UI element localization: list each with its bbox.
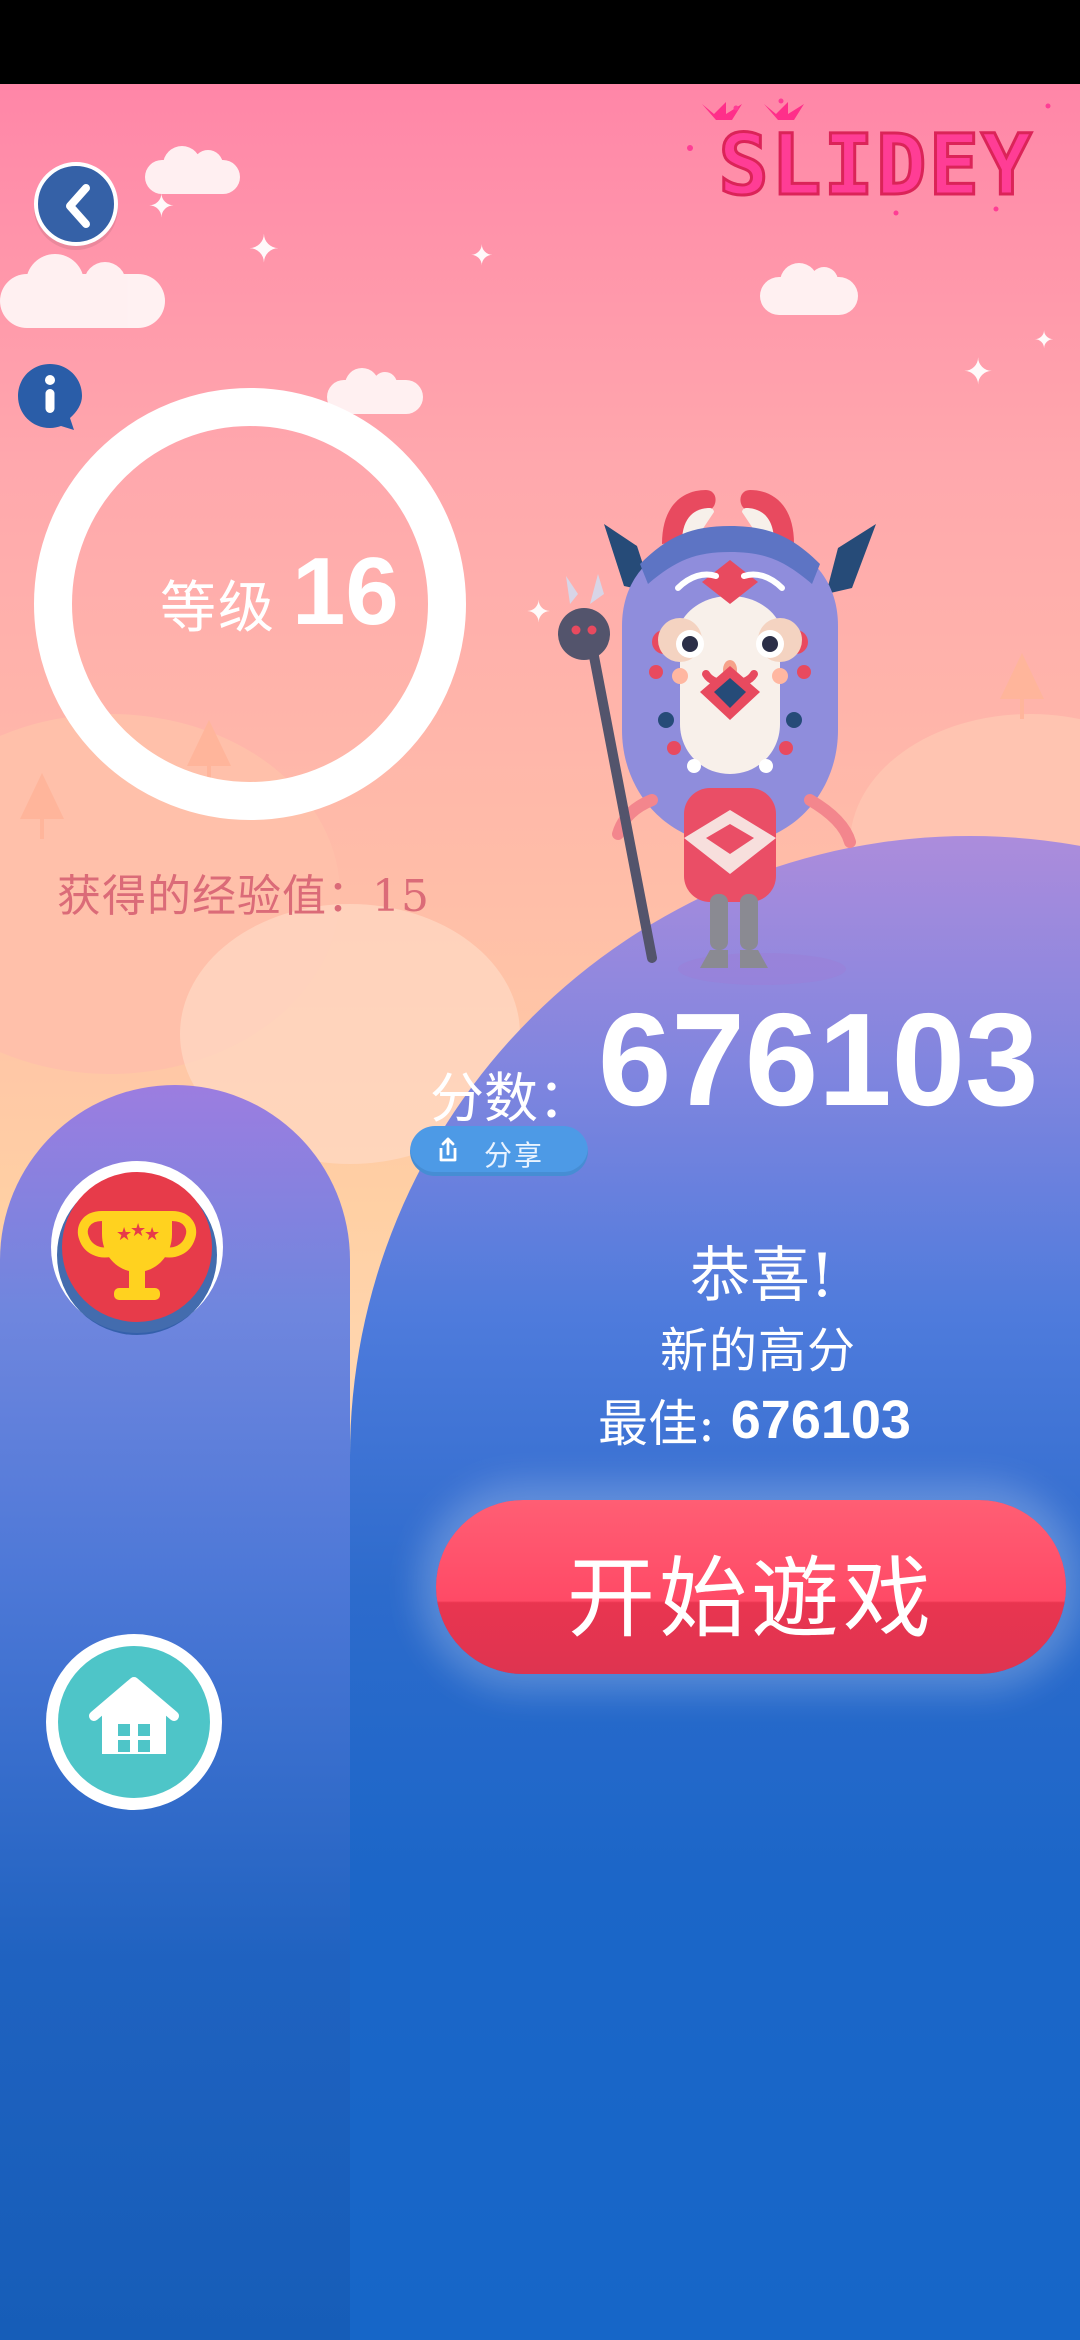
game-result-screen: ✦ ✦ ✦ ✦ ✦ ✦ SLIDEY 等级 16 获得的经验值：15 分数： 6… [0, 84, 1080, 2340]
background-tree-2 [1000, 653, 1044, 719]
background-tree-3 [20, 773, 64, 839]
back-arrow-icon [66, 184, 90, 228]
logo-text: SLIDEY [718, 116, 1033, 214]
cloud-2 [0, 254, 165, 328]
trophy-button[interactable]: ★ ★ ★ [46, 1156, 228, 1338]
score-value: 676103 [598, 986, 1039, 1133]
sparkle-icon: ✦ [963, 352, 994, 393]
character-illustration [558, 490, 876, 985]
congratulations-text: 恭喜! [690, 1241, 835, 1311]
sparkle-icon: ✦ [248, 227, 280, 271]
best-score-label: 最佳: [598, 1395, 731, 1453]
level-label: 等级 [160, 576, 276, 641]
start-game-label: 开始遊戏 [566, 1547, 935, 1650]
share-button[interactable]: 分享 [410, 1126, 588, 1176]
info-icon[interactable] [16, 362, 84, 430]
back-button[interactable] [34, 162, 118, 246]
cloud-3 [760, 263, 858, 315]
sparkle-icon: ✦ [470, 239, 494, 272]
home-button[interactable] [42, 1630, 226, 1814]
start-game-button[interactable]: 开始遊戏 [436, 1500, 1066, 1674]
slidey-logo: SLIDEY [687, 98, 1051, 216]
score-label: 分数： [430, 1067, 592, 1130]
sparkle-icon: ✦ [148, 187, 175, 225]
share-label: 分享 [484, 1139, 545, 1172]
level-value: 16 [292, 538, 399, 645]
new-high-score-text: 新的高分 [660, 1323, 857, 1379]
share-icon [439, 1137, 457, 1162]
svg-text:★: ★ [144, 1224, 160, 1245]
best-score-value: 676103 [730, 1390, 911, 1450]
experience-text: 获得的经验值：15 [57, 871, 430, 922]
best-score-row: 最佳: 676103 [598, 1384, 911, 1456]
sparkle-icon: ✦ [1034, 326, 1055, 354]
